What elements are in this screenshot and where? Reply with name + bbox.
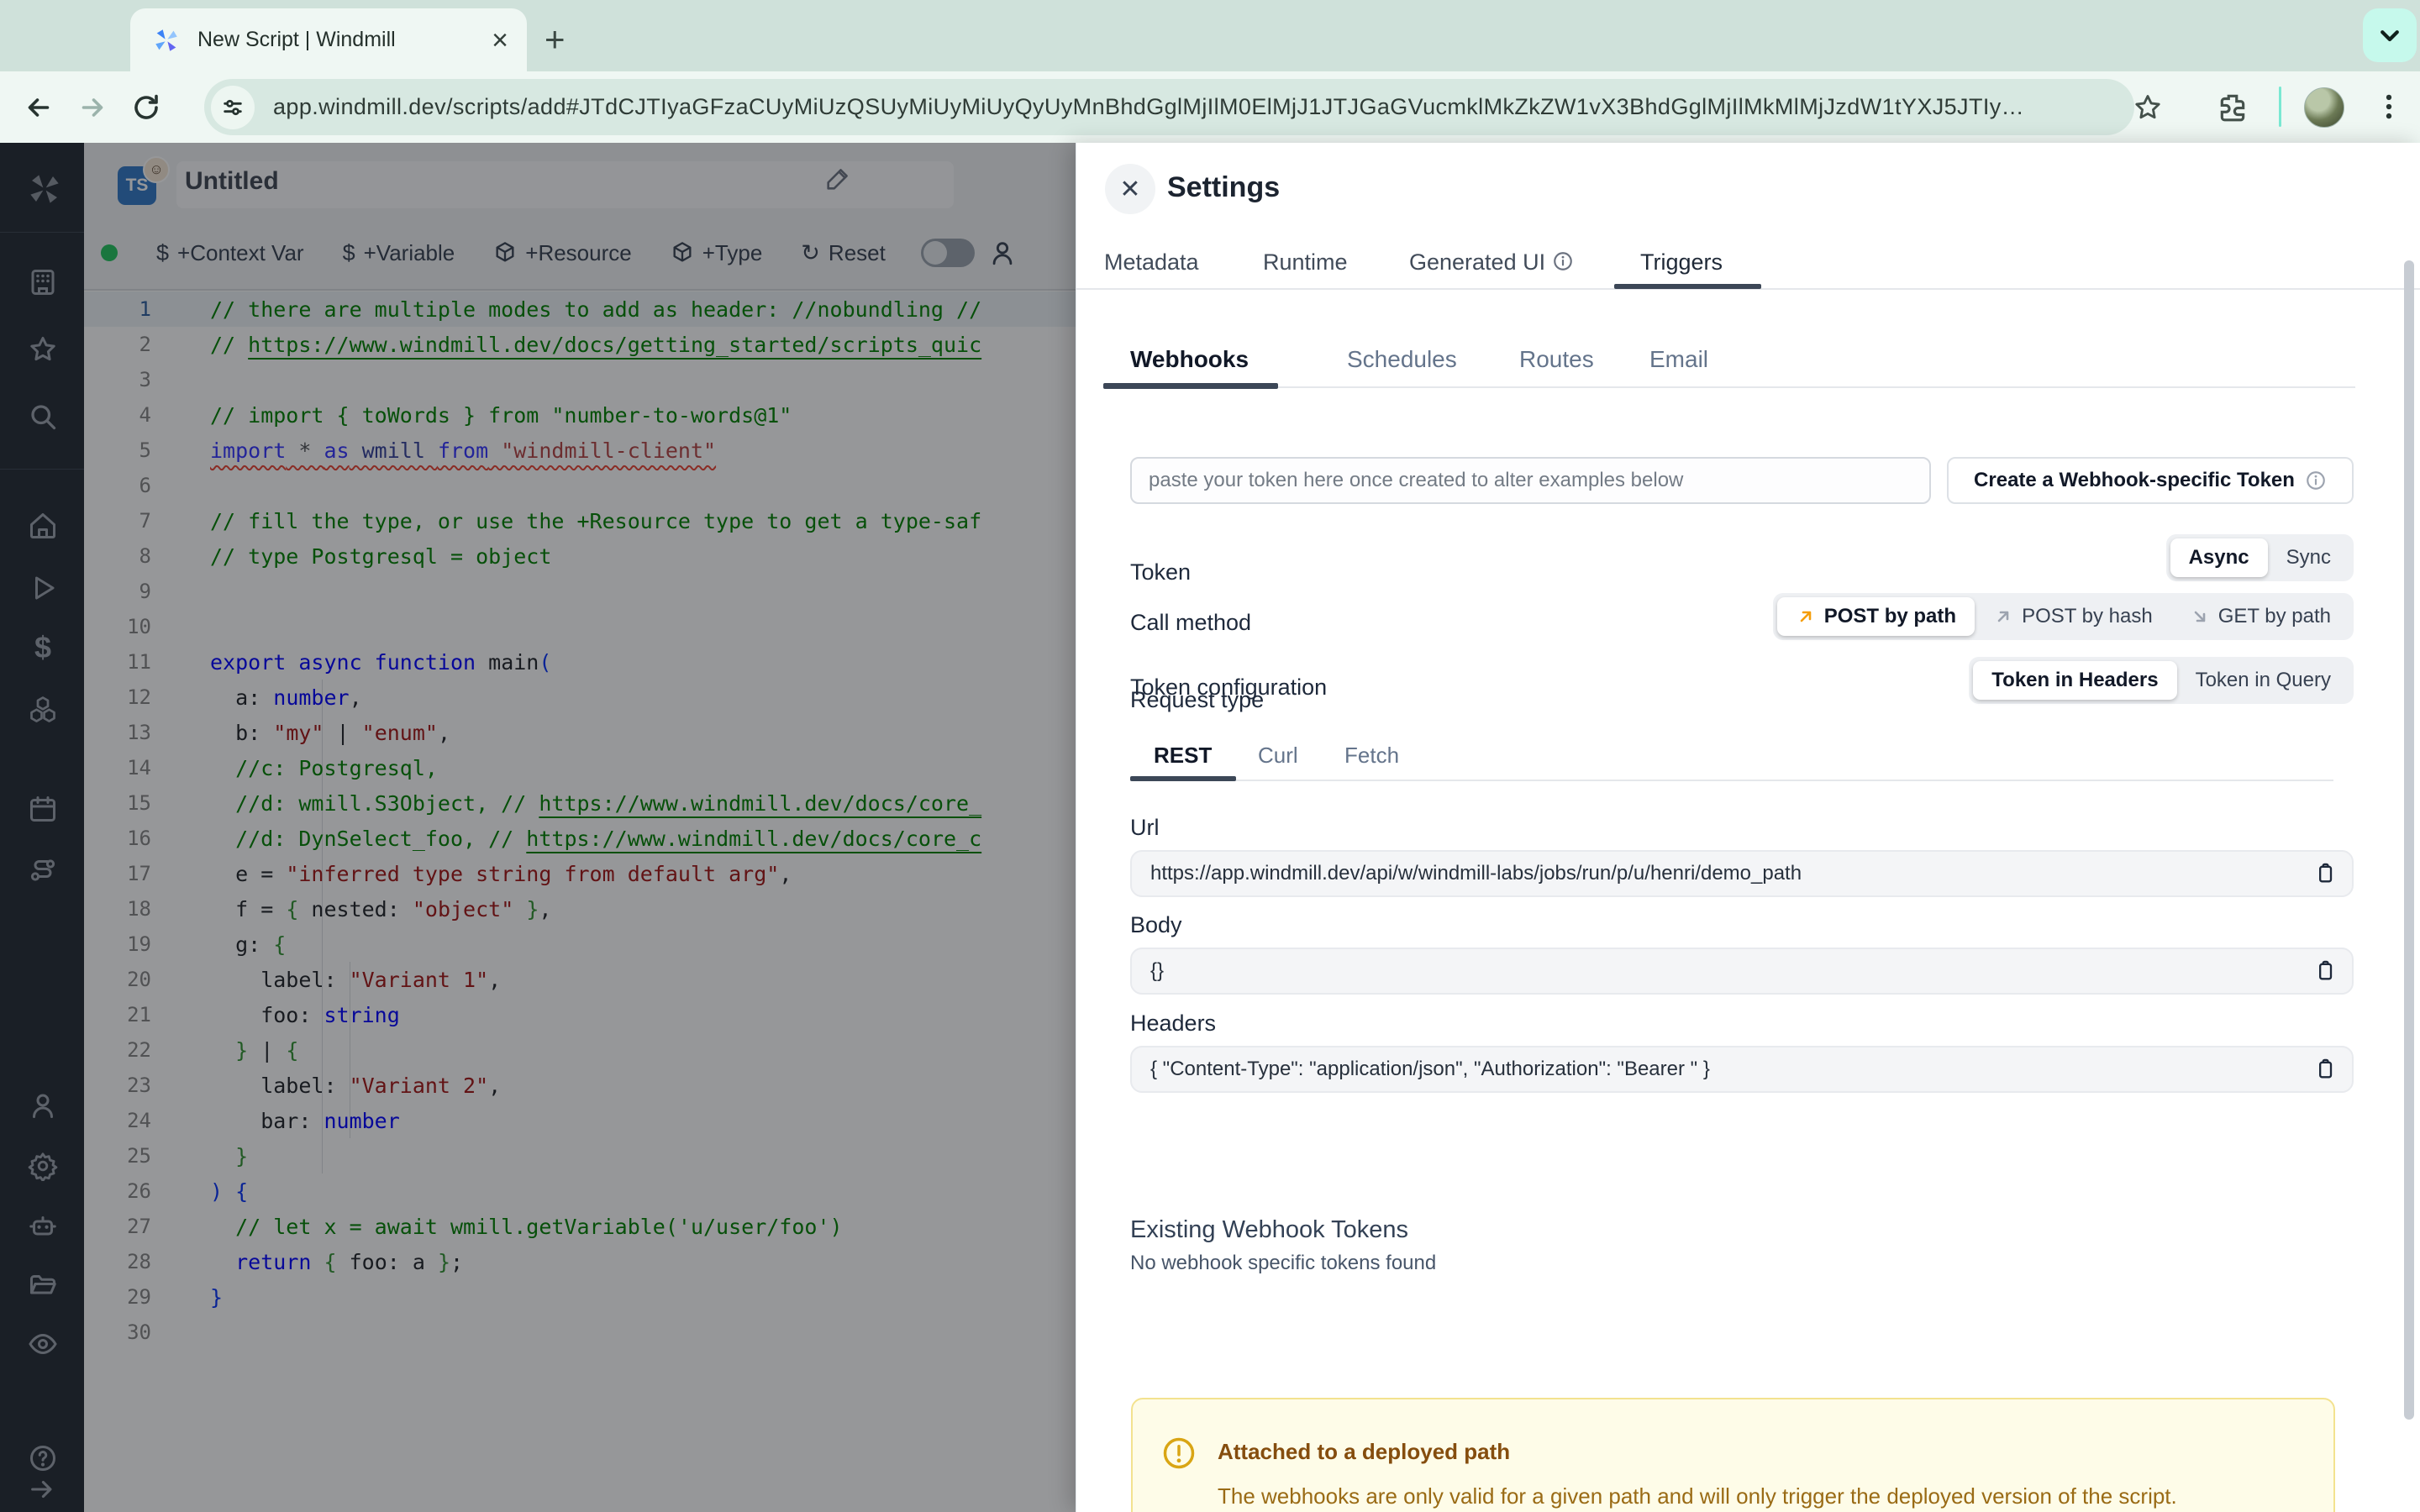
body-label: Body: [1130, 912, 1182, 937]
tab-schedules[interactable]: Schedules: [1347, 346, 1457, 373]
tune-icon: [224, 99, 242, 115]
existing-tokens-title: Existing Webhook Tokens: [1130, 1216, 1409, 1243]
drawer-backdrop[interactable]: [0, 143, 1076, 1512]
token-placeholder: paste your token here once created to al…: [1149, 469, 1684, 491]
arrow-up-right-icon: [1997, 611, 2009, 622]
headers-value: { "Content-Type": "application/json", "A…: [1150, 1058, 1710, 1080]
avatar[interactable]: [2304, 87, 2344, 128]
url-bar[interactable]: app.windmill.dev/scripts/add#JTdCJTIyaGF…: [204, 79, 2134, 135]
tab-triggers[interactable]: Triggers: [1640, 249, 1723, 276]
create-webhook-token-button[interactable]: Create a Webhook-specific Token: [1947, 457, 2354, 504]
tab-curl[interactable]: Curl: [1258, 743, 1298, 769]
tab-generated-ui[interactable]: Generated UI: [1409, 249, 1574, 276]
request-type-async[interactable]: Async: [2170, 538, 2268, 577]
warning-title: Attached to a deployed path: [1218, 1439, 1511, 1464]
forward-icon[interactable]: [77, 92, 108, 123]
request-type-sync[interactable]: Sync: [2268, 538, 2349, 577]
copy-icon[interactable]: [2313, 862, 2337, 885]
extensions-icon[interactable]: [2217, 91, 2249, 123]
copy-icon[interactable]: [2313, 959, 2337, 983]
url-field[interactable]: https://app.windmill.dev/api/w/windmill-…: [1130, 850, 2354, 897]
tab-runtime[interactable]: Runtime: [1263, 249, 1348, 276]
active-example-tab-underline: [1130, 776, 1236, 781]
back-icon[interactable]: [24, 92, 54, 123]
menu-dots-icon[interactable]: [2373, 91, 2405, 123]
existing-tokens-empty: No webhook specific tokens found: [1130, 1252, 1437, 1274]
tab-title: New Script | Windmill: [197, 28, 396, 51]
scrollbar-thumb[interactable]: [2404, 260, 2414, 1420]
info-icon: [2307, 471, 2325, 490]
tab-close-icon[interactable]: ×: [492, 26, 508, 55]
chevron-down-icon: [2381, 30, 2399, 42]
close-icon[interactable]: ✕: [1105, 164, 1155, 214]
reload-icon[interactable]: [131, 92, 161, 123]
token-config-group: Token in Headers Token in Query: [1969, 657, 2354, 704]
info-icon: [1554, 252, 1572, 270]
tab-rest[interactable]: REST: [1154, 743, 1212, 769]
tab-email[interactable]: Email: [1649, 346, 1708, 373]
url-text[interactable]: app.windmill.dev/scripts/add#JTdCJTIyaGF…: [273, 94, 2024, 120]
url-value: https://app.windmill.dev/api/w/windmill-…: [1150, 862, 1802, 885]
call-method-group: POST by path POST by hash GET by path: [1772, 593, 2354, 640]
trigger-tabs: Webhooks Schedules Routes Email: [1103, 343, 2355, 388]
example-tabs: REST Curl Fetch: [1130, 743, 2333, 781]
warning-icon: [1163, 1437, 1195, 1469]
token-input[interactable]: paste your token here once created to al…: [1130, 457, 1931, 504]
copy-icon[interactable]: [2313, 1058, 2337, 1081]
active-trigger-tab-underline: [1103, 383, 1278, 389]
headers-label: Headers: [1130, 1011, 1217, 1036]
call-method-post-by-hash-label: POST by hash: [2022, 605, 2153, 627]
call-method-label: Call method: [1130, 610, 1252, 635]
token-label: Token: [1130, 559, 1192, 585]
page-title: Settings: [1167, 171, 1281, 203]
tab-webhooks[interactable]: Webhooks: [1130, 346, 1249, 373]
create-webhook-token-label: Create a Webhook-specific Token: [1974, 469, 2295, 491]
active-tab-underline: [1614, 284, 1761, 289]
tab-routes[interactable]: Routes: [1519, 346, 1594, 373]
call-method-post-by-path-label: POST by path: [1823, 605, 1957, 627]
token-in-query[interactable]: Token in Query: [2177, 661, 2349, 700]
window-chevron-button[interactable]: [2363, 8, 2417, 62]
bookmark-star-icon[interactable]: [2133, 92, 2163, 123]
tab-metadata[interactable]: Metadata: [1104, 249, 1199, 276]
call-method-get-by-path[interactable]: GET by path: [2171, 597, 2349, 636]
headers-field[interactable]: { "Content-Type": "application/json", "A…: [1130, 1046, 2354, 1093]
token-in-headers[interactable]: Token in Headers: [1973, 661, 2177, 700]
call-method-post-by-path[interactable]: POST by path: [1776, 597, 1975, 636]
arrow-down-right-icon: [2194, 611, 2206, 622]
token-config-label: Token configuration: [1130, 675, 1328, 700]
call-method-get-by-path-label: GET by path: [2217, 605, 2331, 627]
screen: New Script | Windmill × + app.windmill.d…: [0, 0, 2420, 1512]
arrow-up-right-icon: [1800, 611, 1812, 622]
browser-tab[interactable]: New Script | Windmill ×: [130, 8, 527, 71]
body-value: {}: [1150, 959, 1165, 982]
browser-tab-bar: New Script | Windmill × +: [0, 0, 2420, 71]
request-type-group: Async Sync: [2165, 534, 2354, 581]
call-method-post-by-hash[interactable]: POST by hash: [1975, 597, 2171, 636]
tab-generated-ui-label: Generated UI: [1409, 249, 1546, 275]
warning-body: The webhooks are only valid for a given …: [1218, 1483, 2177, 1509]
windmill-favicon-icon: [155, 29, 177, 51]
url-label: Url: [1130, 815, 1160, 840]
profile-separator: [2279, 87, 2281, 127]
new-tab-button[interactable]: +: [544, 22, 566, 57]
tab-fetch[interactable]: Fetch: [1344, 743, 1399, 769]
site-settings-button[interactable]: [211, 85, 255, 129]
settings-drawer: ✕ Settings Metadata Runtime Generated UI…: [1076, 143, 2420, 1512]
body-field[interactable]: {}: [1130, 948, 2354, 995]
